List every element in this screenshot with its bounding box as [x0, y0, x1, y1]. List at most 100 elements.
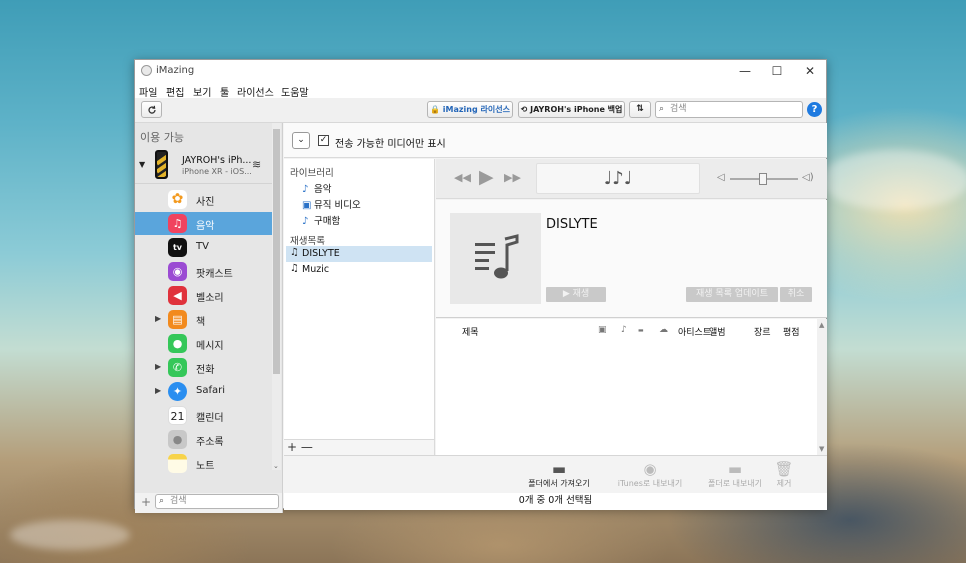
scroll-up-icon[interactable]: ▲	[819, 321, 824, 329]
maximize-button[interactable]: ☐	[762, 62, 792, 80]
device-row[interactable]: ▼ JAYROH's iPh... iPhone XR - iOS... ≋	[135, 148, 273, 184]
menu-tools[interactable]: 툴	[220, 84, 229, 99]
sidebar-scrollbar[interactable]: ⌄	[272, 123, 281, 470]
playlist-music-icon	[474, 234, 518, 279]
playlist-item-muzic[interactable]: ♫ Muzic	[286, 262, 432, 278]
sidebar-item-photos[interactable]: ✿ 사진	[135, 188, 273, 211]
menu-license[interactable]: 라이선스	[237, 84, 274, 99]
column-header-title[interactable]: 제목	[462, 325, 479, 338]
device-model: iPhone XR - iOS...	[182, 167, 252, 176]
sidebar-item-calendar[interactable]: 21 캘린더	[135, 404, 273, 427]
calendar-icon: 21	[168, 406, 187, 425]
sidebar-footer: + ⌕ 검색	[135, 493, 283, 513]
action-label: iTunes로 내보내기	[617, 479, 683, 488]
column-header-rating[interactable]: 평점	[783, 325, 800, 338]
books-icon: ▤	[168, 310, 187, 329]
podcasts-icon: ◉	[168, 262, 187, 281]
play-playlist-button[interactable]: ▶ 재생	[546, 287, 606, 302]
playlist-icon: ♫	[290, 247, 299, 258]
search-input[interactable]: ⌕ 검색	[655, 101, 803, 118]
export-to-itunes-button[interactable]: ◉ iTunes로 내보내기	[610, 460, 690, 489]
messages-icon: ●	[168, 334, 187, 353]
add-device-button[interactable]: +	[141, 495, 151, 509]
cloud-column-icon[interactable]: ☁	[659, 325, 668, 335]
transferable-only-checkbox[interactable]: ✓	[318, 135, 329, 146]
chevron-down-icon: ⌄	[297, 135, 305, 145]
cancel-button[interactable]: 취소	[780, 287, 812, 302]
volume-slider-knob[interactable]	[758, 173, 767, 185]
rewind-button[interactable]: ◀◀	[454, 171, 471, 184]
lock-icon: 🔒	[430, 105, 440, 114]
expand-arrow-icon[interactable]: ▶	[155, 362, 161, 371]
refresh-icon	[147, 105, 156, 114]
sidebar-item-label: 전화	[196, 365, 215, 376]
menu-view[interactable]: 보기	[193, 84, 211, 99]
expand-arrow-icon[interactable]: ▶	[155, 386, 161, 395]
license-button[interactable]: 🔒 iMazing 라이선스	[427, 101, 513, 118]
sidebar-item-podcasts[interactable]: ◉ 팟캐스트	[135, 260, 273, 283]
collapse-chevron-button[interactable]: ⌄	[292, 132, 310, 149]
sidebar-item-safari[interactable]: ▶ ✦ Safari	[135, 380, 273, 403]
sidebar-search-input[interactable]: ⌕ 검색	[155, 494, 279, 509]
sidebar-item-notes[interactable]: 노트	[135, 452, 273, 475]
column-header-genre[interactable]: 장르	[754, 325, 771, 338]
library-item-music[interactable]: ♪ 음악	[302, 181, 331, 195]
sidebar-item-music[interactable]: ♫ 음악	[135, 212, 273, 235]
search-placeholder: 검색	[170, 496, 187, 506]
playlist-add-remove-buttons[interactable]: + —	[284, 439, 435, 455]
app-logo-icon	[141, 65, 152, 76]
library-item-label: 음악	[314, 184, 332, 195]
scroll-down-icon[interactable]: ⌄	[273, 462, 279, 470]
window-title: iMazing	[156, 65, 195, 76]
photos-icon: ✿	[168, 190, 187, 209]
import-from-folder-button[interactable]: ▬ 폴더에서 가져오기	[519, 460, 599, 489]
sidebar-item-phone[interactable]: ▶ ✆ 전화	[135, 356, 273, 379]
sidebar-item-label: Safari	[196, 385, 226, 396]
action-label: 폴더에서 가져오기	[528, 479, 590, 488]
menu-edit[interactable]: 편집	[166, 84, 184, 99]
refresh-button[interactable]	[141, 101, 162, 118]
imazing-window: iMazing — ☐ ✕ 파일 편집 보기 툴 라이선스 도움말 🔒 iMaz…	[134, 59, 827, 513]
volume-slider[interactable]	[730, 173, 798, 185]
remove-button[interactable]: 🗑 제거	[758, 460, 810, 489]
table-scrollbar[interactable]: ▲ ▼	[817, 319, 827, 455]
minimize-button[interactable]: —	[730, 62, 760, 80]
scroll-down-icon[interactable]: ▼	[819, 445, 824, 453]
playlist-item-dislyte[interactable]: ♫ DISLYTE	[286, 246, 432, 262]
sidebar-item-messages[interactable]: ● 메시지	[135, 332, 273, 355]
expand-arrow-icon[interactable]: ▶	[155, 314, 161, 323]
now-playing-display: ♩♪♩	[536, 163, 700, 194]
close-button[interactable]: ✕	[795, 62, 825, 80]
contacts-icon: ●	[168, 430, 187, 449]
sidebar-item-tv[interactable]: tv TV	[135, 236, 273, 259]
transfer-arrows-icon: ⇅	[636, 104, 644, 114]
menu-bar: 파일 편집 보기 툴 라이선스 도움말	[135, 82, 826, 99]
wallpaper-cloud	[820, 150, 966, 210]
help-button[interactable]: ?	[807, 102, 822, 117]
sidebar-item-ringtones[interactable]: ◀ 벨소리	[135, 284, 273, 307]
transfer-button[interactable]: ⇅	[629, 101, 651, 118]
library-item-purchased[interactable]: ♪ 구매함	[302, 213, 340, 227]
drm-column-icon[interactable]: ▬	[638, 327, 644, 334]
playlists-heading: 재생목록	[290, 236, 325, 247]
fast-forward-button[interactable]: ▶▶	[504, 171, 521, 184]
sidebar-item-label: 사진	[196, 197, 215, 208]
backup-button[interactable]: ⟲ JAYROH's iPhone 백업	[518, 101, 625, 118]
column-header-artist[interactable]: 아티스트	[678, 325, 711, 338]
menu-file[interactable]: 파일	[139, 84, 157, 99]
ringtones-icon: ◀	[168, 286, 187, 305]
collapse-arrow-icon[interactable]: ▼	[139, 160, 145, 169]
play-button[interactable]: ▶	[479, 166, 494, 188]
library-item-music-videos[interactable]: ▣ 뮤직 비디오	[302, 197, 361, 211]
sidebar-item-contacts[interactable]: ● 주소록	[135, 428, 273, 451]
history-icon: ⟲	[520, 105, 528, 114]
video-column-icon[interactable]: ▣	[598, 325, 607, 335]
column-header-album[interactable]: 앨범	[709, 325, 726, 338]
purchased-column-icon[interactable]: ♪	[621, 325, 627, 335]
playlist-label: DISLYTE	[302, 248, 340, 259]
menu-help[interactable]: 도움말	[281, 84, 309, 99]
scrollbar-thumb[interactable]	[273, 129, 280, 374]
folder-icon: ▬	[551, 460, 567, 478]
update-playlist-button[interactable]: 재생 목록 업데이트	[686, 287, 778, 302]
sidebar-item-books[interactable]: ▶ ▤ 책	[135, 308, 273, 331]
